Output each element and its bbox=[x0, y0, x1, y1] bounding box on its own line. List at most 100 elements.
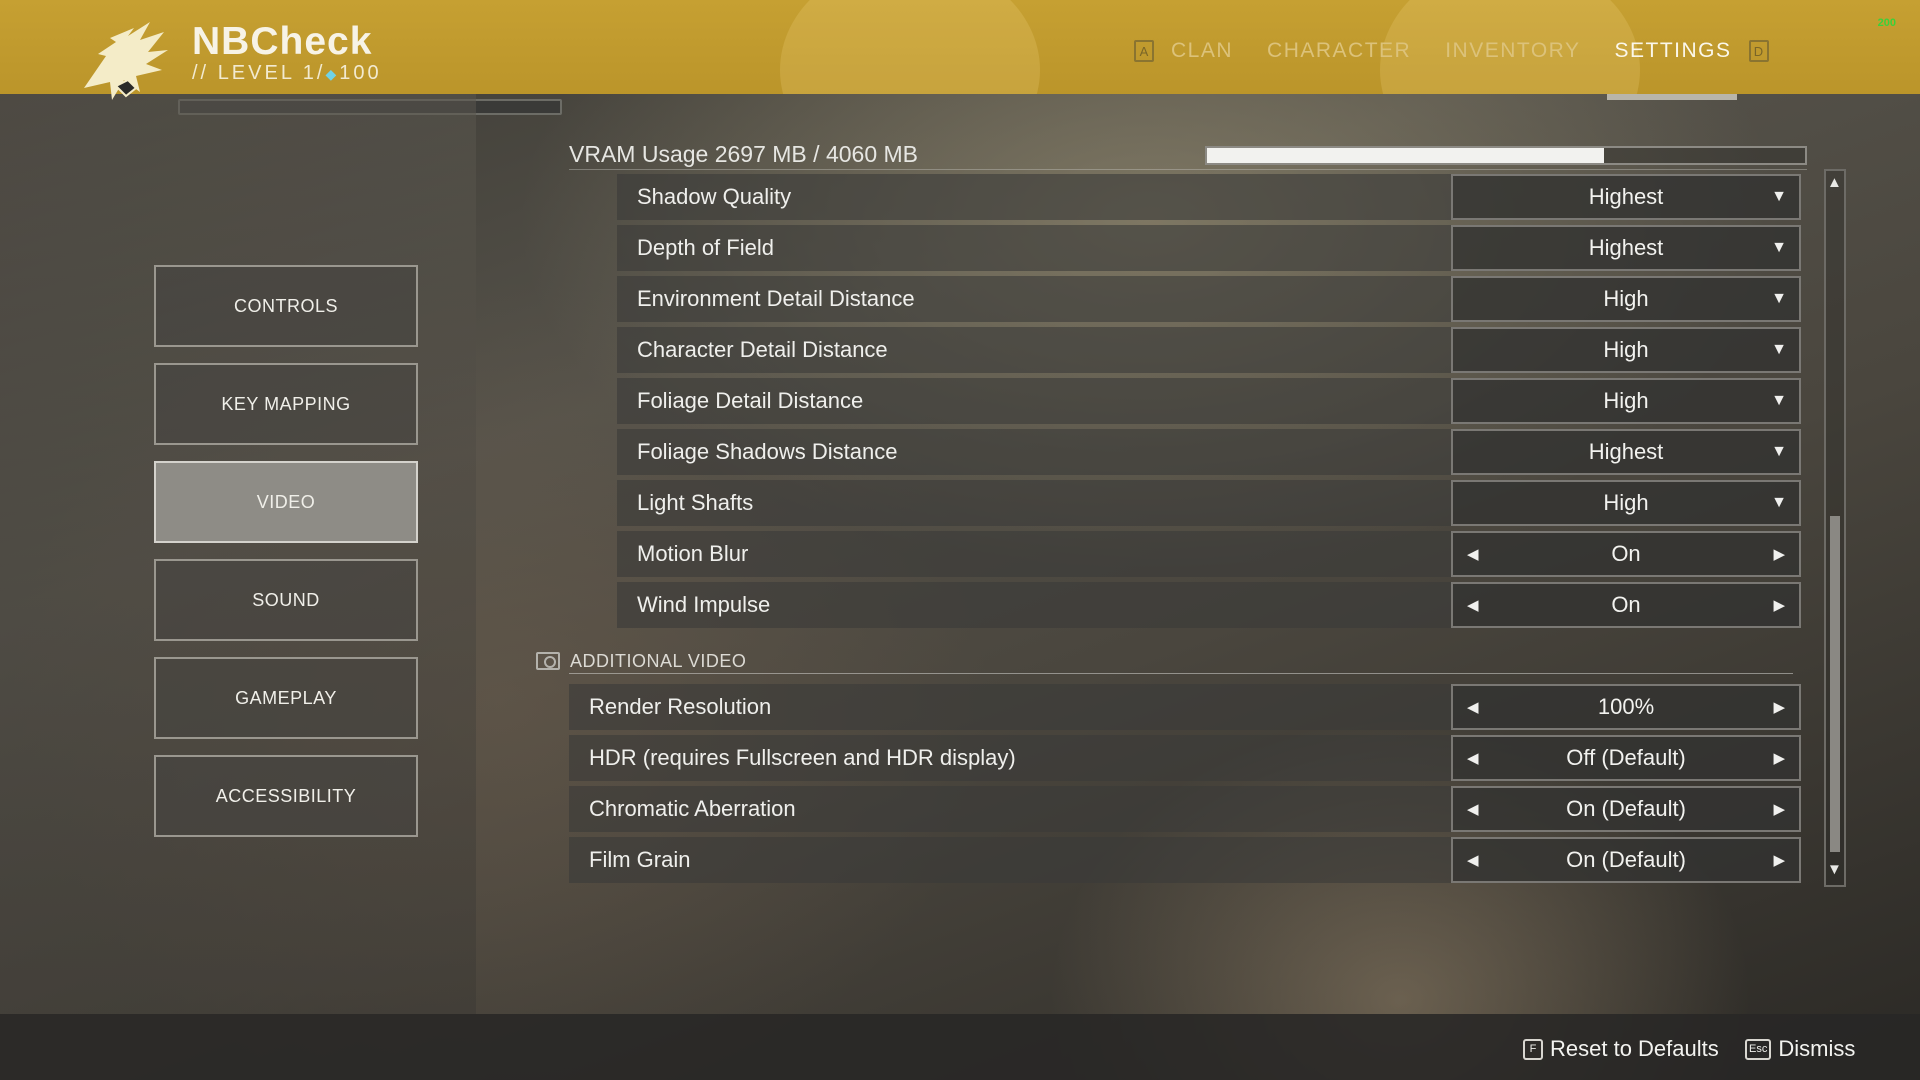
setting-label: Light Shafts bbox=[637, 490, 754, 515]
setting-row-environment-detail[interactable]: Environment Detail Distance High ▼ bbox=[617, 276, 1801, 322]
setting-row-chromatic-aberration[interactable]: Chromatic Aberration ◀ On (Default) ▶ bbox=[569, 786, 1801, 832]
sidebar-item-controls[interactable]: CONTROLS bbox=[154, 265, 418, 347]
wind-impulse-selector[interactable]: ◀ On ▶ bbox=[1451, 582, 1801, 628]
key-hint-esc: Esc bbox=[1745, 1038, 1772, 1060]
class-emblem-icon bbox=[84, 22, 168, 100]
shadow-quality-dropdown[interactable]: Highest ▼ bbox=[1451, 174, 1801, 220]
setting-row-wind-impulse[interactable]: Wind Impulse ◀ On ▶ bbox=[617, 582, 1801, 628]
scroll-down-icon[interactable]: ▼ bbox=[1827, 861, 1842, 878]
tab-clan[interactable]: CLAN bbox=[1171, 39, 1233, 63]
level-max: 100 bbox=[339, 62, 382, 84]
setting-label: Foliage Shadows Distance bbox=[637, 439, 898, 464]
sidebar-item-video[interactable]: VIDEO bbox=[154, 461, 418, 543]
chevron-down-icon: ▼ bbox=[1771, 392, 1787, 409]
scroll-up-icon[interactable]: ▲ bbox=[1827, 174, 1842, 191]
chevron-down-icon: ▼ bbox=[1771, 239, 1787, 256]
chevron-down-icon: ▼ bbox=[1771, 443, 1787, 460]
active-tab-indicator bbox=[1607, 94, 1737, 100]
setting-label: Environment Detail Distance bbox=[637, 286, 915, 311]
tab-character[interactable]: CHARACTER bbox=[1267, 39, 1411, 63]
dismiss-label: Dismiss bbox=[1778, 1036, 1856, 1061]
top-nav: A CLAN CHARACTER INVENTORY SETTINGS D bbox=[1134, 36, 1769, 66]
foliage-shadows-dropdown[interactable]: Highest ▼ bbox=[1451, 429, 1801, 475]
setting-row-film-grain[interactable]: Film Grain ◀ On (Default) ▶ bbox=[569, 837, 1801, 883]
sidebar-item-gameplay[interactable]: GAMEPLAY bbox=[154, 657, 418, 739]
setting-value: Highest bbox=[1588, 439, 1664, 464]
arrow-right-icon[interactable]: ▶ bbox=[1773, 698, 1785, 716]
tab-settings[interactable]: SETTINGS bbox=[1614, 39, 1731, 63]
render-resolution-selector[interactable]: ◀ 100% ▶ bbox=[1451, 684, 1801, 730]
setting-value: On bbox=[1611, 541, 1641, 566]
chevron-down-icon: ▼ bbox=[1771, 290, 1787, 307]
fps-counter: 200 bbox=[1877, 17, 1896, 29]
setting-value: High bbox=[1603, 388, 1649, 413]
setting-row-motion-blur[interactable]: Motion Blur ◀ On ▶ bbox=[617, 531, 1801, 577]
setting-row-character-detail[interactable]: Character Detail Distance High ▼ bbox=[617, 327, 1801, 373]
arrow-right-icon[interactable]: ▶ bbox=[1773, 749, 1785, 767]
setting-row-light-shafts[interactable]: Light Shafts High ▼ bbox=[617, 480, 1801, 526]
divider bbox=[569, 169, 1807, 170]
reset-label: Reset to Defaults bbox=[1550, 1036, 1719, 1061]
character-detail-dropdown[interactable]: High ▼ bbox=[1451, 327, 1801, 373]
reset-to-defaults-button[interactable]: F Reset to Defaults bbox=[1523, 1036, 1719, 1062]
light-shafts-dropdown[interactable]: High ▼ bbox=[1451, 480, 1801, 526]
player-level: // LEVEL 1/◆100 bbox=[192, 62, 382, 85]
arrow-right-icon[interactable]: ▶ bbox=[1773, 596, 1785, 614]
setting-value: High bbox=[1603, 490, 1649, 515]
sidebar-item-accessibility[interactable]: ACCESSIBILITY bbox=[154, 755, 418, 837]
setting-row-foliage-shadows[interactable]: Foliage Shadows Distance Highest ▼ bbox=[617, 429, 1801, 475]
chevron-down-icon: ▼ bbox=[1771, 188, 1787, 205]
arrow-left-icon[interactable]: ◀ bbox=[1467, 545, 1479, 563]
setting-value: On (Default) bbox=[1566, 847, 1686, 872]
film-grain-selector[interactable]: ◀ On (Default) ▶ bbox=[1451, 837, 1801, 883]
chevron-down-icon: ▼ bbox=[1771, 341, 1787, 358]
arrow-left-icon[interactable]: ◀ bbox=[1467, 800, 1479, 818]
setting-label: Chromatic Aberration bbox=[589, 796, 796, 821]
setting-row-foliage-detail[interactable]: Foliage Detail Distance High ▼ bbox=[617, 378, 1801, 424]
setting-row-hdr[interactable]: HDR (requires Fullscreen and HDR display… bbox=[569, 735, 1801, 781]
arrow-left-icon[interactable]: ◀ bbox=[1467, 749, 1479, 767]
setting-label: Film Grain bbox=[589, 847, 691, 872]
chromatic-aberration-selector[interactable]: ◀ On (Default) ▶ bbox=[1451, 786, 1801, 832]
arrow-left-icon[interactable]: ◀ bbox=[1467, 596, 1479, 614]
setting-value: High bbox=[1603, 337, 1649, 362]
tab-right-key[interactable]: D bbox=[1748, 40, 1769, 62]
tab-inventory[interactable]: INVENTORY bbox=[1445, 39, 1580, 63]
chevron-down-icon: ▼ bbox=[1771, 494, 1787, 511]
hdr-selector[interactable]: ◀ Off (Default) ▶ bbox=[1451, 735, 1801, 781]
tab-left-key[interactable]: A bbox=[1134, 40, 1154, 62]
vram-usage-label: VRAM Usage 2697 MB / 4060 MB bbox=[569, 141, 918, 167]
foliage-detail-dropdown[interactable]: High ▼ bbox=[1451, 378, 1801, 424]
setting-row-shadow-quality[interactable]: Shadow Quality Highest ▼ bbox=[617, 174, 1801, 220]
arrow-left-icon[interactable]: ◀ bbox=[1467, 851, 1479, 869]
divider bbox=[569, 673, 1793, 674]
arrow-right-icon[interactable]: ▶ bbox=[1773, 800, 1785, 818]
depth-of-field-dropdown[interactable]: Highest ▼ bbox=[1451, 225, 1801, 271]
key-hint-f: F bbox=[1523, 1038, 1543, 1060]
vram-usage-fill bbox=[1207, 148, 1605, 163]
setting-label: HDR (requires Fullscreen and HDR display… bbox=[589, 745, 1016, 770]
setting-label: Shadow Quality bbox=[637, 184, 792, 209]
scrollbar-thumb[interactable] bbox=[1830, 516, 1840, 852]
monitor-icon bbox=[536, 652, 560, 670]
setting-value: Highest bbox=[1588, 235, 1664, 260]
setting-row-render-resolution[interactable]: Render Resolution ◀ 100% ▶ bbox=[569, 684, 1801, 730]
arrow-right-icon[interactable]: ▶ bbox=[1773, 851, 1785, 869]
vram-usage-bar bbox=[1205, 146, 1807, 165]
setting-value: On (Default) bbox=[1566, 796, 1686, 821]
setting-value: Highest bbox=[1588, 184, 1664, 209]
diamond-icon: ◆ bbox=[325, 66, 340, 82]
level-text: LEVEL 1/ bbox=[217, 62, 326, 84]
motion-blur-selector[interactable]: ◀ On ▶ bbox=[1451, 531, 1801, 577]
section-title: ADDITIONAL VIDEO bbox=[570, 650, 747, 671]
environment-detail-dropdown[interactable]: High ▼ bbox=[1451, 276, 1801, 322]
setting-label: Depth of Field bbox=[637, 235, 774, 260]
sidebar-item-key-mapping[interactable]: KEY MAPPING bbox=[154, 363, 418, 445]
setting-label: Foliage Detail Distance bbox=[637, 388, 864, 413]
arrow-right-icon[interactable]: ▶ bbox=[1773, 545, 1785, 563]
dismiss-button[interactable]: Esc Dismiss bbox=[1745, 1036, 1855, 1062]
sidebar-item-sound[interactable]: SOUND bbox=[154, 559, 418, 641]
arrow-left-icon[interactable]: ◀ bbox=[1467, 698, 1479, 716]
setting-row-depth-of-field[interactable]: Depth of Field Highest ▼ bbox=[617, 225, 1801, 271]
setting-label: Render Resolution bbox=[589, 694, 772, 719]
